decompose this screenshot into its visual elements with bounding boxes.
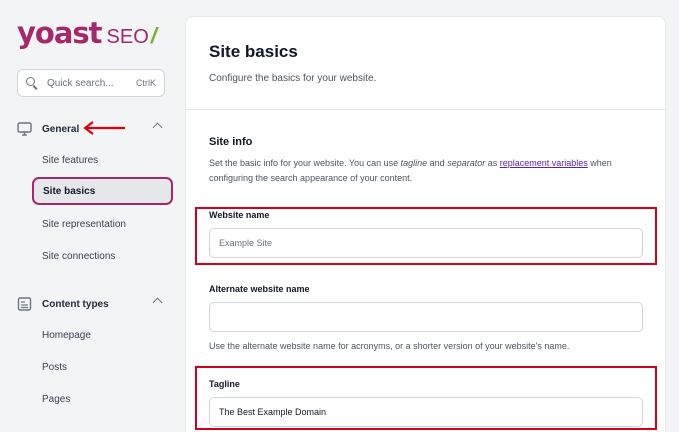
sidebar-section-content-types[interactable]: Content types <box>17 295 165 313</box>
alternate-website-name-help: Use the alternate website name for acron… <box>209 341 570 351</box>
highlight-box-website-name <box>195 207 657 265</box>
sidebar-item-pages[interactable]: Pages <box>32 385 173 413</box>
page-subtitle: Configure the basics for your website. <box>209 73 377 84</box>
sidebar-item-site-features[interactable]: Site features <box>32 146 173 174</box>
red-arrow-annotation <box>83 121 125 135</box>
divider <box>186 109 665 110</box>
monitor-icon <box>17 122 32 136</box>
sidebar: yoast SEO / Quick search... CtrlK Genera… <box>0 0 185 432</box>
desc-text: and <box>427 158 448 168</box>
sidebar-item-posts[interactable]: Posts <box>32 353 173 381</box>
logo-product: SEO <box>106 26 149 48</box>
yoast-seo-logo[interactable]: yoast SEO / <box>17 16 157 50</box>
sidebar-item-site-connections[interactable]: Site connections <box>32 242 173 270</box>
search-placeholder: Quick search... <box>47 77 114 89</box>
desc-separator: separator <box>447 158 486 168</box>
sidebar-item-site-representation[interactable]: Site representation <box>32 210 173 238</box>
desc-text: as <box>485 158 500 168</box>
desc-text: Set the basic info for your website. You… <box>209 158 401 168</box>
search-shortcut: CtrlK <box>136 78 156 88</box>
sidebar-item-homepage[interactable]: Homepage <box>32 321 173 349</box>
chevron-up-icon[interactable] <box>152 122 163 133</box>
alternate-website-name-label: Alternate website name <box>209 284 310 294</box>
sidebar-section-label: General <box>42 123 80 135</box>
document-icon <box>17 297 32 311</box>
logo-brand: yoast <box>17 16 103 50</box>
section-description: Set the basic info for your website. You… <box>209 156 639 186</box>
logo-slash: / <box>150 23 157 48</box>
alternate-website-name-input[interactable] <box>209 302 643 332</box>
page-title: Site basics <box>209 42 298 61</box>
sidebar-section-label: Content types <box>42 298 109 310</box>
sidebar-item-site-basics[interactable]: Site basics <box>32 177 173 205</box>
highlight-box-tagline <box>195 366 657 430</box>
search-icon <box>26 77 38 90</box>
chevron-up-icon[interactable] <box>152 297 163 308</box>
replacement-variables-link[interactable]: replacement variables <box>500 158 588 168</box>
desc-tagline: tagline <box>400 158 428 168</box>
section-title-site-info: Site info <box>209 136 253 148</box>
quick-search-input[interactable]: Quick search... CtrlK <box>17 69 165 97</box>
